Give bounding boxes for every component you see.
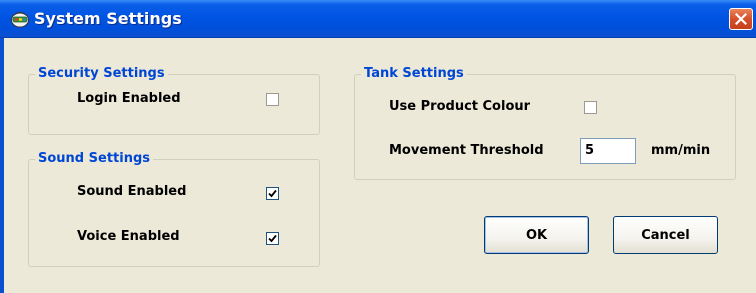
sound-enabled-checkbox[interactable]: [266, 187, 279, 200]
title-bar[interactable]: System Settings: [0, 0, 756, 38]
dialog-body: Security Settings Login Enabled Sound Se…: [4, 38, 756, 293]
cancel-button[interactable]: Cancel: [613, 216, 718, 254]
sound-settings-group: Sound Settings Sound Enabled Voice Enabl…: [28, 151, 320, 267]
movement-threshold-input[interactable]: 5: [580, 138, 636, 164]
login-enabled-label: Login Enabled: [77, 91, 181, 106]
security-settings-legend: Security Settings: [35, 66, 168, 82]
sound-enabled-label: Sound Enabled: [77, 184, 187, 199]
sound-settings-legend: Sound Settings: [35, 151, 153, 167]
checkmark-icon: [268, 234, 277, 243]
movement-threshold-label: Movement Threshold: [389, 143, 544, 158]
voice-enabled-checkbox[interactable]: [266, 232, 279, 245]
threshold-unit-label: mm/min: [651, 143, 711, 158]
tank-settings-legend: Tank Settings: [361, 66, 467, 82]
window-title: System Settings: [34, 9, 182, 28]
use-product-colour-checkbox[interactable]: [584, 101, 597, 114]
security-settings-group: Security Settings Login Enabled: [28, 66, 320, 135]
close-button[interactable]: [729, 8, 753, 30]
login-enabled-checkbox[interactable]: [266, 93, 279, 106]
settings-app-icon: [10, 9, 30, 29]
checkmark-icon: [268, 189, 277, 198]
use-product-colour-label: Use Product Colour: [389, 99, 531, 114]
close-x-icon: [735, 13, 747, 25]
tank-settings-group: Tank Settings Use Product Colour Movemen…: [354, 66, 736, 180]
voice-enabled-label: Voice Enabled: [77, 229, 180, 244]
ok-button[interactable]: OK: [484, 216, 589, 254]
system-settings-window: System Settings Security Settings Login …: [0, 0, 756, 293]
